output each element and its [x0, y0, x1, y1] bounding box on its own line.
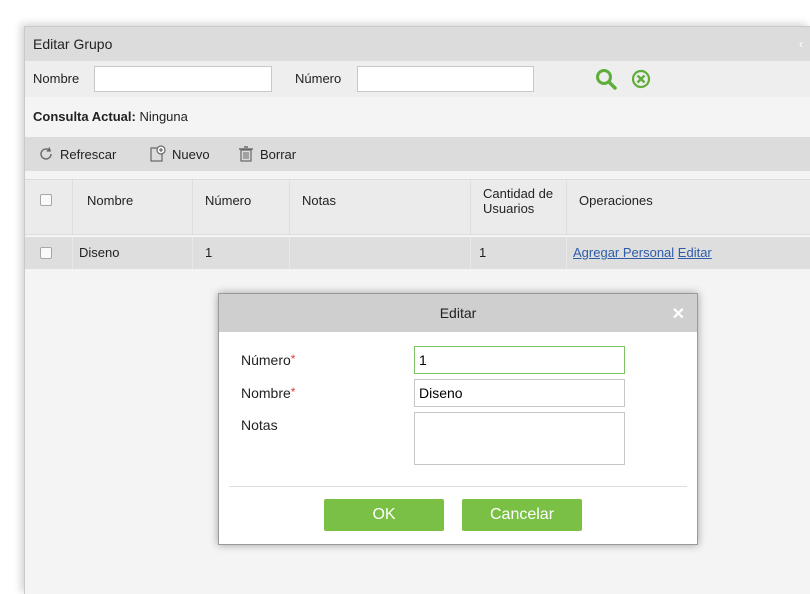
close-icon[interactable]: ✕: [672, 304, 685, 324]
dialog-header: Editar ✕: [219, 294, 697, 332]
refresh-label: Refrescar: [60, 146, 117, 162]
notas-field-label: Notas: [241, 417, 278, 433]
window-title: Editar Grupo: [33, 36, 113, 52]
header-nombre[interactable]: Nombre: [73, 180, 193, 234]
header-select-cell: [25, 180, 73, 234]
refresh-icon: [40, 147, 52, 160]
clear-circle-icon[interactable]: [631, 69, 651, 89]
current-query: Consulta Actual: Ninguna: [33, 109, 188, 124]
header-cantidad-line1: Cantidad de: [483, 186, 554, 201]
trash-icon: [239, 146, 253, 162]
chevron-left-icon[interactable]: ‹: [799, 37, 803, 51]
required-mark: *: [290, 385, 296, 399]
edit-link[interactable]: Editar: [678, 245, 712, 260]
numero-field[interactable]: [414, 346, 625, 374]
ok-button[interactable]: OK: [324, 499, 444, 531]
header-numero[interactable]: Número: [193, 180, 290, 234]
required-mark: *: [290, 352, 296, 366]
refresh-button[interactable]: Refrescar: [37, 145, 116, 163]
numero-search-input[interactable]: [357, 66, 534, 92]
delete-label: Borrar: [260, 146, 297, 162]
numero-field-label: Número*: [241, 352, 295, 368]
dialog-title: Editar: [439, 305, 477, 321]
notas-field[interactable]: [414, 412, 625, 465]
header-cantidad[interactable]: Cantidad de Usuarios: [471, 180, 567, 234]
numero-label-text: Número: [241, 352, 291, 368]
cell-notas: [290, 237, 471, 269]
current-query-value: Ninguna: [139, 109, 188, 124]
header-notas[interactable]: Notas: [290, 180, 471, 234]
window-titlebar: Editar Grupo ‹: [25, 27, 810, 61]
cell-operaciones: Agregar Personal Editar: [567, 237, 810, 269]
row-select-cell: [25, 237, 73, 269]
table-row[interactable]: Diseno 1 1 Agregar Personal Editar: [25, 237, 810, 269]
add-personnel-link[interactable]: Agregar Personal: [573, 245, 674, 260]
dialog-divider: [229, 486, 687, 487]
header-cantidad-line2: Usuarios: [483, 201, 535, 216]
cell-cantidad: 1: [471, 237, 567, 269]
cell-nombre: Diseno: [73, 237, 193, 269]
search-bar: Nombre Número: [25, 61, 810, 97]
new-label: Nuevo: [172, 146, 210, 162]
table-header: Nombre Número Notas Cantidad de Usuarios…: [25, 179, 810, 235]
numero-search-label: Número: [295, 71, 342, 86]
nombre-field[interactable]: [414, 379, 625, 407]
current-query-label: Consulta Actual:: [33, 109, 136, 124]
select-all-checkbox[interactable]: [40, 194, 52, 206]
row-checkbox[interactable]: [40, 247, 52, 259]
toolbar: Refrescar Nuevo Borrar: [25, 137, 810, 171]
cancel-button[interactable]: Cancelar: [462, 499, 582, 531]
nombre-search-label: Nombre: [33, 71, 80, 86]
edit-dialog: Editar ✕ Número* Nombre* Notas OK Cancel…: [218, 293, 698, 545]
nombre-label-text: Nombre: [241, 385, 291, 401]
delete-button[interactable]: Borrar: [237, 145, 296, 163]
cell-numero: 1: [193, 237, 290, 269]
header-operaciones: Operaciones: [579, 193, 653, 208]
add-document-icon: [150, 145, 166, 162]
nombre-search-input[interactable]: [94, 66, 272, 92]
search-icon[interactable]: [595, 68, 617, 90]
new-button[interactable]: Nuevo: [149, 145, 210, 163]
nombre-field-label: Nombre*: [241, 385, 295, 401]
